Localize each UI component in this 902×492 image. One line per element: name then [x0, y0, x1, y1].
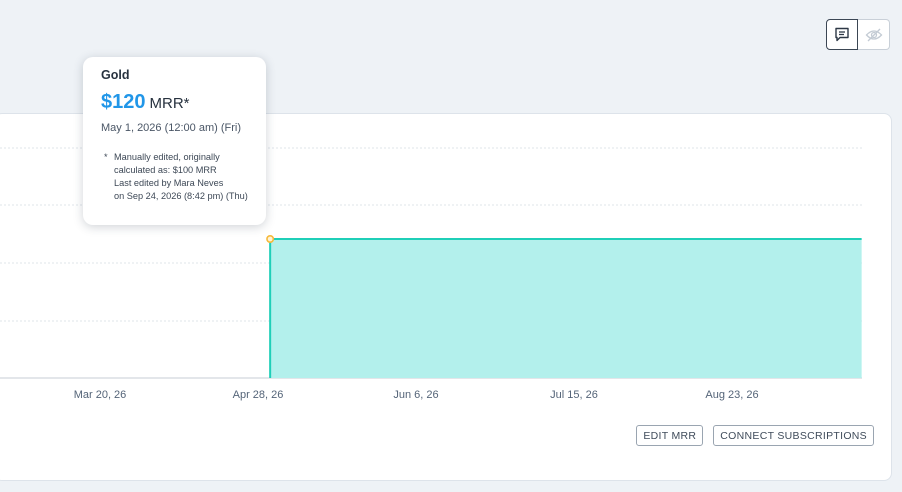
tooltip-edit-note: * Manually edited, originally calculated… — [101, 151, 248, 203]
edit-mrr-button[interactable]: EDIT MRR — [636, 425, 704, 446]
x-tick-label: Aug 23, 26 — [705, 389, 758, 401]
tooltip-note-line: on Sep 24, 2026 (8:42 pm) (Thu) — [114, 191, 248, 201]
tooltip-date: May 1, 2026 (12:00 am) (Fri) — [101, 122, 241, 134]
chart-actions: EDIT MRR CONNECT SUBSCRIPTIONS — [636, 425, 874, 446]
tooltip-mrr-value: $120 — [101, 91, 146, 113]
tooltip-note-line: Last edited by Mara Neves — [114, 178, 224, 188]
tooltip-note-lines: Manually edited, originally calculated a… — [114, 151, 248, 203]
chart-area-series — [266, 235, 862, 378]
x-tick-label: Mar 20, 26 — [74, 389, 127, 401]
connect-subscriptions-button[interactable]: CONNECT SUBSCRIPTIONS — [713, 425, 874, 446]
tooltip-note-line: calculated as: $100 MRR — [114, 165, 217, 175]
x-axis-ticks: Mar 20, 26 Apr 28, 26 Jun 6, 26 Jul 15, 26 A… — [74, 389, 759, 401]
tooltip-value-row: $120 MRR* — [101, 91, 248, 114]
x-tick-label: Jul 15, 26 — [550, 389, 598, 401]
x-tick-label: Jun 6, 26 — [393, 389, 438, 401]
tooltip-mrr-unit: MRR* — [149, 95, 190, 112]
tooltip-note-star: * — [104, 152, 108, 162]
tooltip-note-line: Manually edited, originally — [114, 152, 220, 162]
x-tick-label: Apr 28, 26 — [233, 389, 284, 401]
data-point-tooltip: Gold $120 MRR* May 1, 2026 (12:00 am) (F… — [83, 57, 266, 225]
hovered-data-point[interactable] — [266, 235, 275, 244]
series-area-fill — [270, 239, 862, 378]
tooltip-plan-name: Gold — [101, 68, 130, 82]
